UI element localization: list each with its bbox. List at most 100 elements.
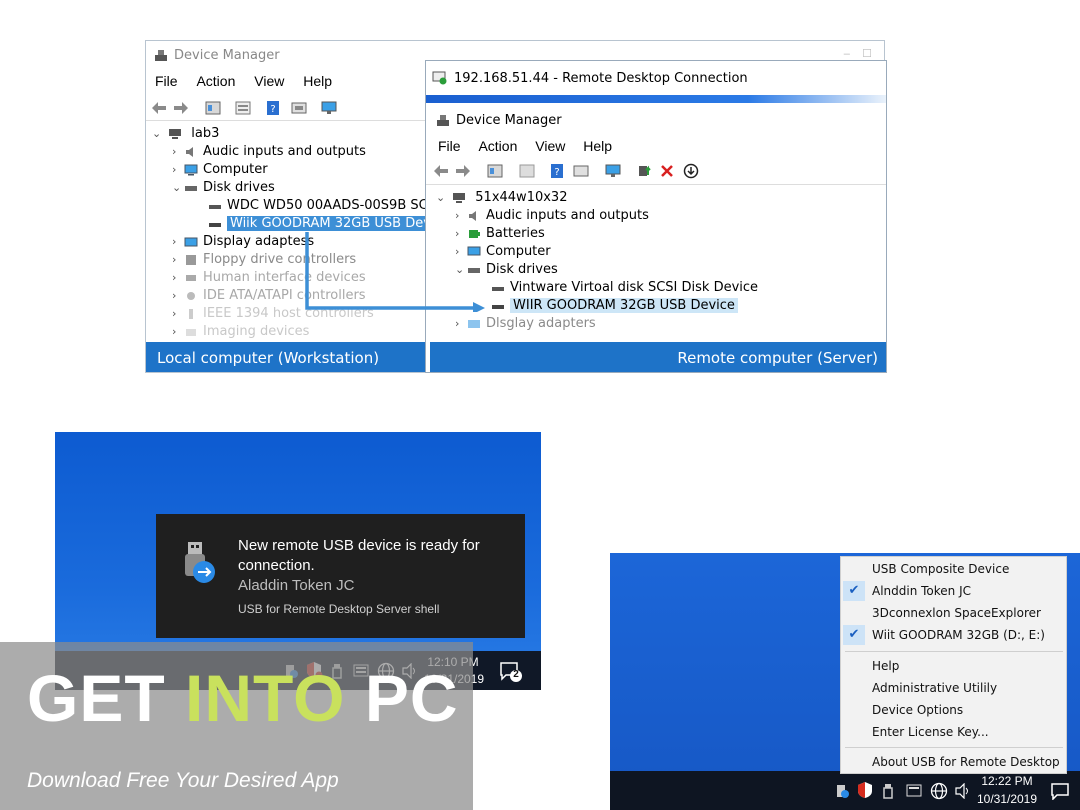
tree-item-label: Audic inputs and outputs bbox=[203, 144, 366, 159]
help-icon[interactable]: ? bbox=[548, 163, 566, 179]
back-arrow-icon[interactable] bbox=[432, 163, 450, 179]
list-view-icon[interactable] bbox=[518, 163, 536, 179]
remote-caption: Remote computer (Server) bbox=[677, 349, 878, 367]
remote-desktop-window: 192.168.51.44 - Remote Desktop Connectio… bbox=[425, 60, 887, 373]
list-view-icon[interactable] bbox=[234, 100, 252, 116]
remote-menu-bar: File Action View Help bbox=[438, 138, 626, 154]
tree-root[interactable]: ⌄ lab3 bbox=[152, 125, 219, 143]
taskbar: 12:22 PM 10/31/2019 bbox=[610, 771, 1080, 810]
menu-item-device[interactable]: Alnddin Token JC bbox=[872, 581, 971, 601]
tree-item[interactable]: Vintware Virtoal disk SCSI Disk Device bbox=[491, 279, 758, 297]
download-circle-icon[interactable] bbox=[682, 163, 700, 179]
notification-count-badge: 2 bbox=[513, 669, 519, 680]
menu-view[interactable]: View bbox=[535, 138, 565, 154]
help-icon[interactable]: ? bbox=[264, 100, 282, 116]
shield-tray-icon[interactable] bbox=[856, 781, 874, 799]
tree-item-highlighted[interactable]: WIIR GOODRAM 32GB USB Device bbox=[491, 297, 738, 315]
checkmark-icon: ✔ bbox=[843, 625, 865, 645]
tray-time[interactable]: 12:22 PM bbox=[976, 774, 1038, 788]
imaging-device-icon bbox=[186, 328, 196, 336]
speaker-icon bbox=[469, 210, 476, 221]
tree-item-label: Imaging devices bbox=[203, 324, 310, 339]
keyboard-tray-icon[interactable] bbox=[906, 784, 922, 798]
speaker-volume-icon[interactable] bbox=[954, 783, 972, 799]
tray-date[interactable]: 10/31/2019 bbox=[974, 792, 1040, 806]
tree-item[interactable]: › Computer bbox=[172, 161, 268, 179]
remote-window-title: 192.168.51.44 - Remote Desktop Connectio… bbox=[454, 71, 748, 86]
notification-app-name: Aladdin Token JC bbox=[238, 577, 355, 594]
tree-item-label: WIIR GOODRAM 32GB USB Device bbox=[510, 298, 738, 313]
chevron-down-icon[interactable]: ⌄ bbox=[152, 125, 164, 143]
tree-root[interactable]: ⌄ 51x44w10x32 bbox=[436, 189, 567, 207]
usb-tray-icon[interactable] bbox=[834, 783, 850, 799]
globe-network-icon[interactable] bbox=[930, 782, 948, 800]
ieee-controller-icon bbox=[189, 308, 193, 319]
tree-item-label: Audic inputs and outputs bbox=[486, 208, 649, 223]
notification-title: New remote USB device is ready for conne… bbox=[238, 537, 480, 574]
forward-arrow-icon[interactable] bbox=[172, 100, 190, 116]
usb-plug-icon bbox=[185, 542, 215, 583]
menu-help[interactable]: Help bbox=[303, 73, 332, 89]
tree-item[interactable]: › Audic inputs and outputs bbox=[172, 143, 366, 161]
menu-help[interactable]: Help bbox=[583, 138, 612, 154]
human-interface-icon bbox=[186, 274, 196, 281]
remote-titlebar: 192.168.51.44 - Remote Desktop Connectio… bbox=[426, 61, 886, 95]
watermark-part-pc: PC bbox=[345, 661, 459, 735]
menu-view[interactable]: View bbox=[254, 73, 284, 89]
inner-window-title: Device Manager bbox=[456, 113, 562, 128]
menu-separator bbox=[845, 747, 1063, 748]
remote-toolbar: ? bbox=[426, 159, 886, 185]
tree-item-selected[interactable]: Wiik GOODRAM 32GB USB Device bbox=[208, 215, 453, 233]
menu-file[interactable]: File bbox=[155, 73, 178, 89]
display-adapter-icon bbox=[468, 319, 480, 328]
tree-item-label: Vintware Virtoal disk SCSI Disk Device bbox=[510, 280, 759, 295]
driver-icon[interactable] bbox=[290, 100, 308, 116]
tree-item[interactable]: › Imaging devices bbox=[172, 323, 309, 341]
menu-item-help[interactable]: Help bbox=[872, 656, 899, 676]
tree-item[interactable]: › Audic inputs and outputs bbox=[455, 207, 649, 225]
usb-drive-icon bbox=[209, 222, 221, 227]
window-title: Device Manager bbox=[174, 48, 280, 63]
tree-item[interactable]: ⌄ Disk drives bbox=[172, 179, 275, 197]
checkmark-icon: ✔ bbox=[843, 581, 865, 601]
local-caption-bar: Local computer (Workstation) bbox=[146, 342, 430, 372]
menu-file[interactable]: File bbox=[438, 138, 461, 154]
ide-controller-icon bbox=[187, 291, 195, 300]
driver-icon[interactable] bbox=[572, 163, 590, 179]
back-arrow-icon[interactable] bbox=[150, 100, 168, 116]
update-driver-icon[interactable] bbox=[636, 163, 654, 179]
usb-notification-toast[interactable]: New remote USB device is ready for conne… bbox=[156, 514, 525, 638]
svg-text:?: ? bbox=[270, 104, 275, 115]
watermark-tagline: Download Free Your Desired App bbox=[27, 769, 339, 792]
chevron-down-icon[interactable]: ⌄ bbox=[436, 189, 448, 207]
tree-item-label: Computer bbox=[203, 162, 268, 177]
menu-item-device-options[interactable]: Device Options bbox=[872, 700, 963, 720]
window-controls[interactable]: ‒ ☐ bbox=[844, 47, 872, 60]
disk-drive-icon bbox=[209, 204, 221, 209]
properties-icon[interactable] bbox=[486, 163, 504, 179]
computer-icon bbox=[453, 192, 466, 203]
tree-item[interactable]: › Display adaptess bbox=[172, 233, 314, 251]
tree-item-label: Disk drives bbox=[203, 180, 275, 195]
display-adapter-icon bbox=[184, 237, 198, 246]
tree-item[interactable]: › Dlsglay adapters bbox=[455, 315, 596, 333]
menu-item-device[interactable]: 3Dconnexlon SpaceExplorer bbox=[872, 603, 1041, 623]
forward-arrow-icon[interactable] bbox=[454, 163, 472, 179]
usb-stick-tray-icon[interactable] bbox=[882, 783, 894, 799]
menu-item-license-key[interactable]: Enter License Key... bbox=[872, 722, 989, 742]
speaker-icon bbox=[186, 146, 193, 157]
remote-window-accent-bar bbox=[426, 95, 886, 103]
menu-item-device[interactable]: Wiit GOODRAM 32GB (D:, E:) bbox=[872, 625, 1045, 645]
monitor-icon[interactable] bbox=[320, 100, 338, 116]
uninstall-x-icon[interactable] bbox=[658, 163, 676, 179]
menu-item-admin-utility[interactable]: Administrative Utilily bbox=[872, 678, 997, 698]
properties-icon[interactable] bbox=[204, 100, 222, 116]
menu-item-device[interactable]: USB Composite Device bbox=[872, 559, 1009, 579]
tree-root-label: 51x44w10x32 bbox=[475, 190, 568, 205]
monitor-icon[interactable] bbox=[604, 163, 622, 179]
action-center-icon[interactable] bbox=[1050, 782, 1070, 800]
watermark-banner: GET INTO PC Download Free Your Desired A… bbox=[0, 642, 473, 810]
menu-action[interactable]: Action bbox=[478, 138, 517, 154]
menu-item-about[interactable]: About USB for Remote Desktop bbox=[872, 752, 1060, 772]
menu-action[interactable]: Action bbox=[196, 73, 235, 89]
